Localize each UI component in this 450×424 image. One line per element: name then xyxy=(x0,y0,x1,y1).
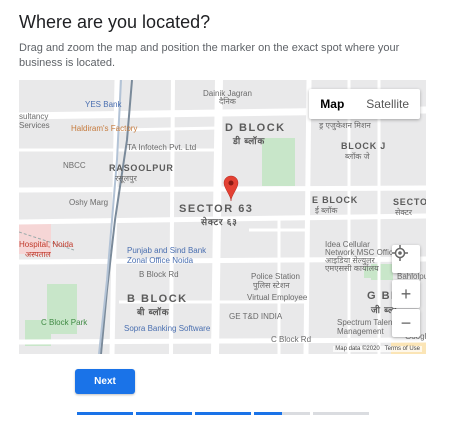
label-b-block: B BLOCK xyxy=(127,293,188,305)
label-secto-hi: सेक्टर xyxy=(395,208,413,217)
label-d-block: D BLOCK xyxy=(225,122,286,134)
label-nbcc: NBCC xyxy=(63,161,86,170)
label-yesbank: YES Bank xyxy=(85,100,122,109)
label-e-block: E BLOCK xyxy=(312,195,359,205)
label-hospital-hi: अस्पताल xyxy=(25,250,51,259)
label-sector-63: SECTOR 63 xyxy=(179,203,254,215)
plus-icon: + xyxy=(400,283,412,304)
label-rasoolpur-hi: रसूलपुर xyxy=(115,174,137,183)
label-dainik-hi: दैनिक xyxy=(219,97,236,106)
label-world-hi: ड्र एजुकेशन मिशन xyxy=(319,121,371,130)
label-b-block-rd: B Block Rd xyxy=(139,270,179,279)
label-spectrum: Spectrum Talent xyxy=(337,318,395,327)
label-hospital: Hospital, Noida xyxy=(19,240,74,249)
location-map[interactable]: Dainik Jagran दैनिक YES Bank sultancy Se… xyxy=(19,80,426,354)
label-b-block-hi: बी ब्लॉक xyxy=(137,307,170,317)
label-block-j: BLOCK J xyxy=(341,141,387,151)
label-oshy-marg: Oshy Marg xyxy=(69,198,109,207)
crosshair-icon xyxy=(392,245,408,261)
label-rasoolpur: RASOOLPUR xyxy=(109,163,174,173)
label-idea-4: एमएससी कार्यालय xyxy=(325,264,379,273)
label-haldiram: Haldiram's Factory xyxy=(71,124,138,133)
label-zonal-office: Zonal Office Noida xyxy=(127,256,194,265)
label-ta-infotech: TA Infotech Pvt. Ltd xyxy=(127,143,197,152)
map-type-map-button[interactable]: Map xyxy=(309,89,355,119)
map-type-control: Map Satellite xyxy=(309,89,420,119)
terms-of-use-link[interactable]: Terms of Use xyxy=(385,346,420,352)
page-subtitle: Drag and zoom the map and position the m… xyxy=(19,42,400,69)
minus-icon: − xyxy=(400,312,412,333)
progress-segment xyxy=(136,412,192,415)
label-consultancy: sultancy xyxy=(19,112,49,121)
label-d-block-hi: डी ब्लॉक xyxy=(233,136,266,146)
label-secto: SECTO xyxy=(393,197,426,207)
label-services: Services xyxy=(19,121,50,130)
map-data-label: Map data ©2020 xyxy=(335,346,380,352)
label-police-hi: पुलिस स्टेशन xyxy=(253,281,290,290)
label-virtual: Virtual Employee xyxy=(247,293,308,302)
zoom-out-button[interactable]: − xyxy=(392,309,420,337)
location-marker[interactable] xyxy=(223,175,239,202)
my-location-button[interactable] xyxy=(392,245,420,273)
label-c-block-rd: C Block Rd xyxy=(271,335,312,344)
label-management: Management xyxy=(337,327,384,336)
label-sector-63-hi: सेक्टर ६३ xyxy=(201,217,238,227)
next-button[interactable]: Next xyxy=(75,369,135,394)
label-sopra: Sopra Banking Software xyxy=(124,324,211,333)
label-police: Police Station xyxy=(251,272,300,281)
progress-segment xyxy=(254,412,310,415)
page-title: Where are you located? xyxy=(19,12,211,32)
progress-segment xyxy=(195,412,251,415)
map-attribution: Map data ©2020 Terms of Use xyxy=(333,346,422,352)
label-c-block-park: C Block Park xyxy=(41,318,88,327)
progress-bar xyxy=(77,412,369,415)
progress-segment xyxy=(77,412,133,415)
zoom-in-button[interactable]: + xyxy=(392,280,420,308)
progress-segment xyxy=(313,412,369,415)
label-punjab-bank: Punjab and Sind Bank xyxy=(127,246,207,255)
label-getd: GE T&D INDIA xyxy=(229,312,283,321)
label-block-j-hi: ब्लॉक जे xyxy=(345,152,370,161)
map-type-satellite-button[interactable]: Satellite xyxy=(355,89,420,119)
label-e-block-hi: ई ब्लॉक xyxy=(315,206,338,215)
